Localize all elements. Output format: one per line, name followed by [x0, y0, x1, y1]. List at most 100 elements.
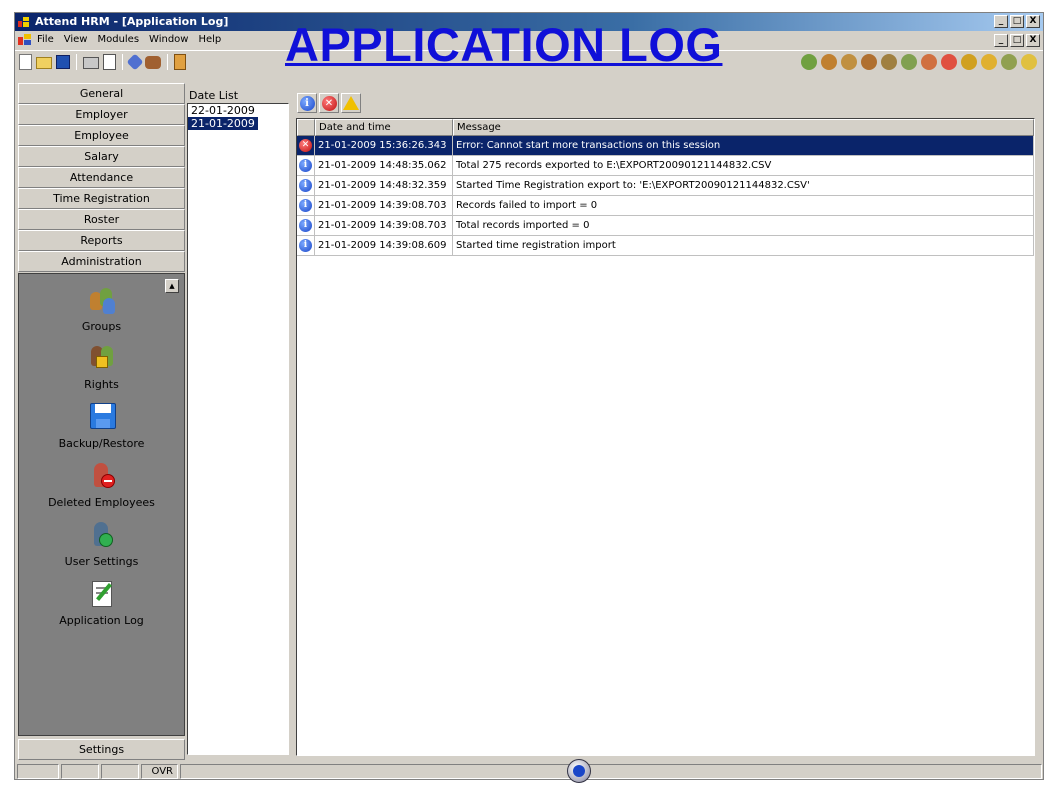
cell-date-time: 21-01-2009 14:39:08.703: [315, 216, 453, 235]
log-grid: Date and time Message ✕ 21-01-2009 15:36…: [296, 118, 1035, 756]
users-calc-icon[interactable]: [921, 54, 937, 70]
users-gender-icon[interactable]: [941, 54, 957, 70]
folder-icon[interactable]: [1021, 54, 1037, 70]
user-add-icon[interactable]: [801, 54, 817, 70]
nav-item-label: Rights: [84, 378, 119, 391]
cell-message: Started time registration import: [453, 236, 1034, 255]
status-panel: [101, 764, 139, 779]
users-export-icon[interactable]: [901, 54, 917, 70]
rights-icon: [86, 342, 118, 374]
nav-item-user-settings[interactable]: User Settings: [19, 519, 184, 568]
info-icon: i: [299, 219, 312, 232]
table-row[interactable]: i 21-01-2009 14:48:32.359 Started Time R…: [297, 176, 1034, 196]
menu-help[interactable]: Help: [198, 34, 221, 45]
info-icon: i: [299, 159, 312, 172]
nav-administration[interactable]: Administration: [18, 251, 185, 272]
nav-roster[interactable]: Roster: [18, 209, 185, 230]
menu-view[interactable]: View: [64, 34, 88, 45]
nav-reports[interactable]: Reports: [18, 230, 185, 251]
nav-item-groups[interactable]: Groups: [19, 284, 184, 333]
arrow-icon[interactable]: [981, 54, 997, 70]
nav-settings[interactable]: Settings: [18, 739, 185, 760]
users-refresh-icon[interactable]: [1001, 54, 1017, 70]
filter-warning-button[interactable]: [341, 93, 361, 113]
user-settings-icon: [86, 519, 118, 551]
info-icon: i: [299, 95, 315, 111]
users-icon[interactable]: [145, 55, 161, 69]
child-close-button[interactable]: X: [1026, 34, 1040, 47]
filter-info-button[interactable]: i: [297, 93, 317, 113]
nav-attendance[interactable]: Attendance: [18, 167, 185, 188]
application-window: Attend HRM - [Application Log] _ □ X Fil…: [14, 12, 1044, 783]
menu-file[interactable]: File: [37, 34, 54, 45]
print-icon[interactable]: [83, 57, 99, 69]
users-group-icon[interactable]: [841, 54, 857, 70]
toolbar-separator: [76, 54, 77, 70]
nav-item-label: Groups: [81, 320, 122, 333]
nav-employee[interactable]: Employee: [18, 125, 185, 146]
date-list-label: Date List: [189, 89, 239, 102]
document-icon[interactable]: [18, 34, 32, 46]
nav-general[interactable]: General: [18, 83, 185, 104]
date-list-item[interactable]: 22-01-2009: [188, 104, 258, 117]
administration-panel: ▲ Groups Rights Backup/Restore Deleted E…: [18, 273, 185, 736]
menu-window[interactable]: Window: [149, 34, 188, 45]
nav-employer[interactable]: Employer: [18, 104, 185, 125]
nav-item-application-log[interactable]: Application Log: [19, 578, 184, 627]
error-icon: ✕: [299, 139, 312, 152]
save-icon[interactable]: [56, 55, 70, 69]
nav-item-label: Application Log: [59, 614, 144, 627]
page-title-overlay: APPLICATION LOG: [285, 18, 723, 71]
users-link-icon[interactable]: [861, 54, 877, 70]
header-message[interactable]: Message: [453, 119, 1034, 136]
users-config-icon[interactable]: [881, 54, 897, 70]
nav-time-registration[interactable]: Time Registration: [18, 188, 185, 209]
close-button[interactable]: X: [1026, 15, 1040, 28]
menu-modules[interactable]: Modules: [97, 34, 139, 45]
open-icon[interactable]: [36, 57, 52, 69]
child-minimize-button[interactable]: _: [994, 34, 1008, 47]
info-icon: i: [299, 199, 312, 212]
table-row[interactable]: ✕ 21-01-2009 15:36:26.343 Error: Cannot …: [297, 136, 1034, 156]
info-icon: i: [299, 179, 312, 192]
home-button[interactable]: [567, 759, 591, 783]
grid-header: Date and time Message: [297, 119, 1034, 136]
nav-item-deleted-employees[interactable]: Deleted Employees: [19, 460, 184, 509]
cell-message: Total 275 records exported to E:\EXPORT2…: [453, 156, 1034, 175]
restore-button[interactable]: □: [1010, 15, 1024, 28]
minimize-button[interactable]: _: [994, 15, 1008, 28]
deleted-employees-icon: [86, 460, 118, 492]
status-message-panel: [180, 764, 1042, 779]
table-row[interactable]: i 21-01-2009 14:48:35.062 Total 275 reco…: [297, 156, 1034, 176]
window-title: Attend HRM - [Application Log]: [35, 15, 229, 28]
exit-icon[interactable]: [174, 54, 186, 70]
cell-date-time: 21-01-2009 14:48:35.062: [315, 156, 453, 175]
header-type[interactable]: [297, 119, 315, 136]
nav-item-label: Deleted Employees: [48, 496, 155, 509]
table-row[interactable]: i 21-01-2009 14:39:08.703 Records failed…: [297, 196, 1034, 216]
table-row[interactable]: i 21-01-2009 14:39:08.609 Started time r…: [297, 236, 1034, 256]
table-row[interactable]: i 21-01-2009 14:39:08.703 Total records …: [297, 216, 1034, 236]
toolbar-separator: [167, 54, 168, 70]
error-icon: ✕: [321, 95, 337, 111]
edit-icon[interactable]: [126, 53, 144, 71]
child-restore-button[interactable]: □: [1010, 34, 1024, 47]
home-icon: [573, 765, 585, 777]
users-icon[interactable]: [821, 54, 837, 70]
nav-salary[interactable]: Salary: [18, 146, 185, 167]
status-panel: [17, 764, 59, 779]
header-date-time[interactable]: Date and time: [315, 119, 453, 136]
application-log-icon: [86, 578, 118, 610]
nav-item-backup-restore[interactable]: Backup/Restore: [19, 401, 184, 450]
nav-item-rights[interactable]: Rights: [19, 342, 184, 391]
new-icon[interactable]: [19, 54, 32, 70]
info-icon: i: [299, 239, 312, 252]
date-list-item-selected[interactable]: 21-01-2009: [188, 117, 258, 130]
date-list: 22-01-2009 21-01-2009: [187, 103, 289, 755]
sidebar: General Employer Employee Salary Attenda…: [18, 83, 185, 760]
warning-icon: [343, 96, 359, 110]
nav-item-label: User Settings: [64, 555, 139, 568]
wrench-icon[interactable]: [961, 54, 977, 70]
print-preview-icon[interactable]: [103, 54, 116, 70]
filter-error-button[interactable]: ✕: [319, 93, 339, 113]
